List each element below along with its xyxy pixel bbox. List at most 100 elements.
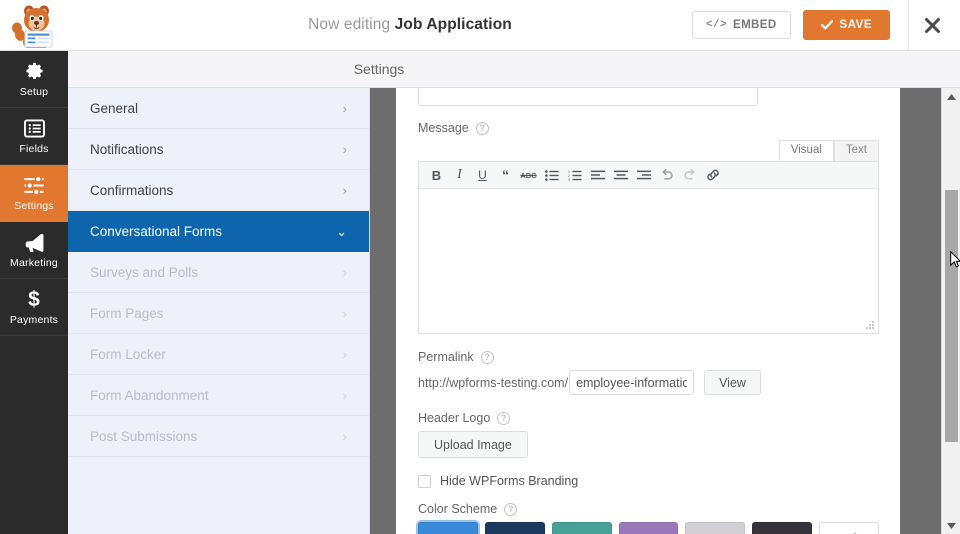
nav-item-label: Form Pages <box>90 305 164 321</box>
message-label-row: Message ? <box>418 121 879 135</box>
strikethrough-icon[interactable]: ABC <box>518 165 539 186</box>
color-swatch-teal[interactable] <box>551 522 612 534</box>
chevron-right-icon: › <box>342 346 347 362</box>
top-bar: Now editing Job Application </> EMBED SA… <box>0 0 960 51</box>
overlay-strip-right <box>900 88 941 534</box>
color-scheme-swatches <box>418 522 880 534</box>
embed-button-label: EMBED <box>733 19 777 31</box>
blockquote-icon[interactable]: “ <box>495 165 516 186</box>
now-editing-title: Now editing Job Application <box>68 16 692 34</box>
sidebar-item-label: Payments <box>9 314 59 326</box>
browser-scrollbar[interactable] <box>941 88 960 534</box>
settings-nav-form-locker[interactable]: Form Locker › <box>68 334 369 375</box>
close-builder-button[interactable] <box>908 0 956 51</box>
sidebar-item-payments[interactable]: $ Payments <box>0 279 68 336</box>
help-icon[interactable]: ? <box>475 121 489 135</box>
permalink-label-row: Permalink ? <box>418 350 879 364</box>
permalink-label: Permalink <box>418 350 474 364</box>
link-icon[interactable] <box>702 165 723 186</box>
color-scheme-label: Color Scheme <box>418 502 498 516</box>
chevron-right-icon: › <box>342 264 347 280</box>
nav-item-label: Post Submissions <box>90 428 198 444</box>
nav-item-label: Surveys and Polls <box>90 264 199 280</box>
settings-nav-post-submissions[interactable]: Post Submissions › <box>68 416 369 457</box>
embed-button[interactable]: </> EMBED <box>691 11 791 39</box>
builder-sidebar-rail: Setup Fields Settings Marketing $ Paymen… <box>0 51 68 534</box>
hide-branding-row: Hide WPForms Branding <box>418 474 879 488</box>
triangle-up-icon <box>946 93 956 100</box>
color-swatch-light-gray[interactable] <box>685 522 746 534</box>
bold-icon[interactable]: B <box>426 165 447 186</box>
sidebar-item-label: Marketing <box>10 257 58 269</box>
color-swatch-blue[interactable] <box>418 522 478 534</box>
save-button[interactable]: SAVE <box>802 10 890 40</box>
sidebar-item-setup[interactable]: Setup <box>0 51 68 108</box>
header-logo-label-row: Header Logo ? <box>418 411 879 425</box>
settings-nav-conversational-forms[interactable]: Conversational Forms ⌄ <box>68 211 369 252</box>
panel-header: Settings <box>68 51 960 88</box>
bulleted-list-icon[interactable] <box>541 165 562 186</box>
hide-branding-checkbox[interactable] <box>418 474 431 488</box>
conversational-forms-settings: Message ? Visual Text B I U “ ABC 123 Pe… <box>396 88 901 534</box>
sliders-icon <box>23 174 45 196</box>
message-label: Message <box>418 121 469 135</box>
previous-field-input[interactable] <box>418 88 758 106</box>
align-left-icon[interactable] <box>587 165 608 186</box>
message-editor: B I U “ ABC 123 <box>418 161 879 334</box>
settings-nav-form-pages[interactable]: Form Pages › <box>68 293 369 334</box>
chevron-right-icon: › <box>342 428 347 444</box>
close-icon <box>925 17 940 33</box>
tab-visual[interactable]: Visual <box>778 140 834 161</box>
color-swatch-navy[interactable] <box>484 522 545 534</box>
nav-item-label: Confirmations <box>90 182 174 198</box>
top-bar-actions: </> EMBED SAVE <box>691 0 960 51</box>
scroll-down-button[interactable] <box>942 517 960 534</box>
color-scheme-label-row: Color Scheme ? <box>418 502 879 516</box>
settings-nav-list: General › Notifications › Confirmations … <box>68 88 370 534</box>
numbered-list-icon[interactable]: 123 <box>564 165 585 186</box>
chevron-right-icon: › <box>342 100 347 116</box>
wpforms-builder: Now editing Job Application </> EMBED SA… <box>0 0 960 534</box>
wpforms-logo <box>0 0 68 51</box>
now-editing-prefix: Now editing <box>308 16 391 33</box>
sidebar-item-label: Setup <box>19 86 49 98</box>
scroll-up-button[interactable] <box>942 88 960 105</box>
upload-image-button[interactable]: Upload Image <box>418 431 528 458</box>
settings-nav-surveys-and-polls[interactable]: Surveys and Polls › <box>68 252 369 293</box>
settings-nav-form-abandonment[interactable]: Form Abandonment › <box>68 375 369 416</box>
redo-icon[interactable] <box>679 165 700 186</box>
nav-item-label: Notifications <box>90 141 164 157</box>
align-right-icon[interactable] <box>633 165 654 186</box>
sidebar-item-settings[interactable]: Settings <box>0 165 68 222</box>
scroll-thumb[interactable] <box>945 190 958 442</box>
help-icon[interactable]: ? <box>497 411 511 425</box>
sidebar-item-fields[interactable]: Fields <box>0 108 68 165</box>
help-icon[interactable]: ? <box>504 502 518 516</box>
color-swatch-purple[interactable] <box>618 522 679 534</box>
color-swatch-charcoal[interactable] <box>752 522 813 534</box>
tab-text[interactable]: Text <box>833 140 879 161</box>
settings-nav-notifications[interactable]: Notifications › <box>68 129 369 170</box>
nav-item-label: Form Abandonment <box>90 387 209 403</box>
message-editor-body[interactable] <box>419 189 878 333</box>
view-permalink-button[interactable]: View <box>704 370 761 395</box>
align-center-icon[interactable] <box>610 165 631 186</box>
help-icon[interactable]: ? <box>480 350 494 364</box>
underline-icon[interactable]: U <box>472 165 493 186</box>
sidebar-item-label: Fields <box>19 143 49 155</box>
permalink-slug-input[interactable] <box>569 370 695 395</box>
dollar-icon: $ <box>27 288 41 310</box>
hide-branding-label: Hide WPForms Branding <box>440 474 579 488</box>
italic-icon[interactable]: I <box>449 165 470 186</box>
settings-nav-confirmations[interactable]: Confirmations › <box>68 170 369 211</box>
sidebar-item-marketing[interactable]: Marketing <box>0 222 68 279</box>
chevron-right-icon: › <box>342 305 347 321</box>
undo-icon[interactable] <box>656 165 677 186</box>
editor-resize-handle[interactable] <box>866 321 875 330</box>
chevron-right-icon: › <box>342 387 347 403</box>
settings-nav-general[interactable]: General › <box>68 88 369 129</box>
code-icon: </> <box>705 19 727 31</box>
nav-item-label: Form Locker <box>90 346 166 362</box>
color-swatch-custom[interactable] <box>819 522 880 534</box>
save-button-label: SAVE <box>839 19 872 31</box>
